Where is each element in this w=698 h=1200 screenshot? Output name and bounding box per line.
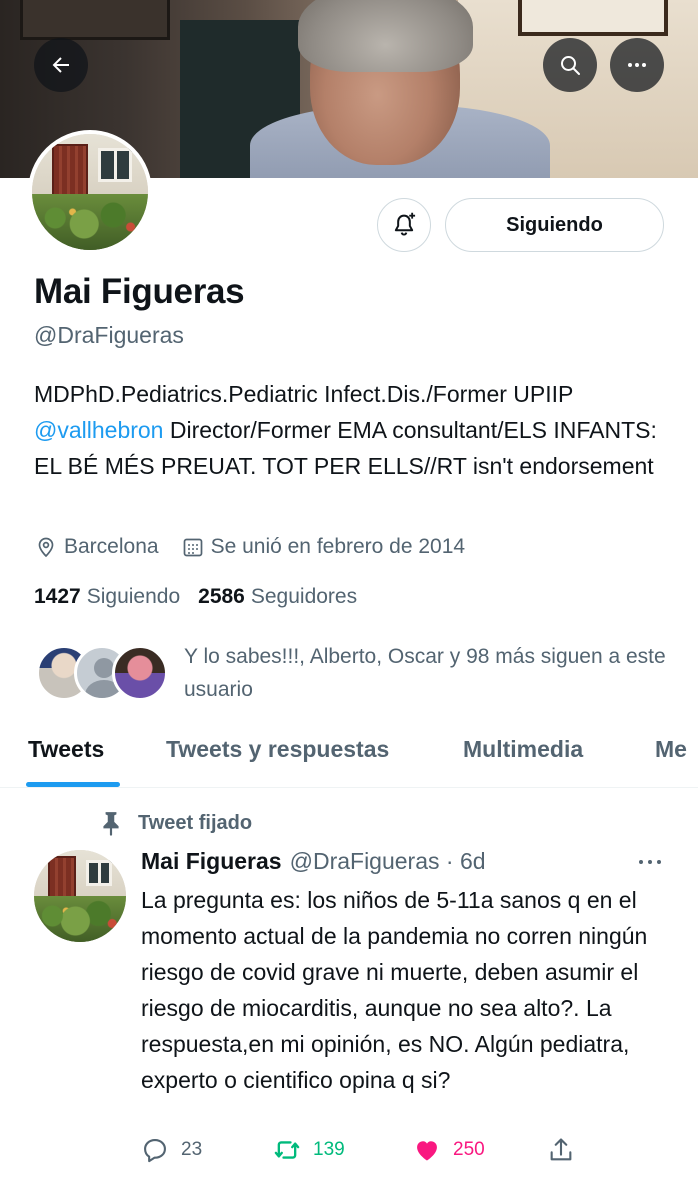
reply-icon (144, 1139, 166, 1163)
location-text: Barcelona (64, 535, 159, 558)
known-followers[interactable]: Y lo sabes!!!, Alberto, Oscar y 98 más s… (36, 640, 676, 710)
avatar-image (32, 134, 148, 250)
followers-label: Seguidores (250, 585, 358, 608)
location-pin-icon (38, 537, 54, 558)
tab-media[interactable]: Multimedia (463, 736, 583, 763)
retweet-count: 139 (313, 1139, 345, 1160)
calendar-icon (183, 538, 202, 557)
profile-name: Mai Figueras (34, 272, 245, 311)
tweet-more-button[interactable] (635, 850, 665, 874)
tweet-author-handle[interactable]: @DraFigueras · 6d (290, 848, 486, 875)
following-label: Siguiendo (86, 585, 181, 608)
notifications-button[interactable] (377, 198, 431, 252)
tab-tweets[interactable]: Tweets (28, 736, 104, 763)
profile-handle: @DraFigueras (34, 322, 184, 348)
profile-avatar[interactable] (28, 130, 152, 254)
profile-tabs: Tweets Tweets y respuestas Multimedia Me (0, 712, 698, 788)
follow-counts: 1427 Siguiendo 2586 Seguidores (34, 585, 375, 609)
tweet-actions: 23 139 250 (141, 1136, 681, 1170)
pinned-text: Tweet fijado (138, 811, 253, 834)
following-count-link[interactable]: 1427 Siguiendo (34, 585, 180, 609)
banner-frame-left (20, 0, 170, 40)
share-icon (550, 1138, 572, 1161)
pinned-label: Tweet fijado (98, 810, 252, 836)
tweet-author-name[interactable]: Mai Figueras (141, 848, 282, 875)
bio-text: MDPhD.Pediatrics.Pediatric Infect.Dis./F… (34, 381, 573, 407)
like-count: 250 (453, 1139, 485, 1160)
pin-icon (103, 812, 119, 836)
avatar-plants (34, 896, 126, 942)
join-date: Se unió en febrero de 2014 (181, 535, 466, 559)
known-followers-text: Y lo sabes!!!, Alberto, Oscar y 98 más s… (184, 645, 666, 701)
default-avatar-head (94, 658, 114, 678)
retweet-button[interactable]: 139 (273, 1136, 345, 1164)
like-button[interactable]: 250 (413, 1136, 485, 1164)
following-button[interactable]: Siguiendo (445, 198, 664, 252)
join-date-text: Se unió en febrero de 2014 (210, 535, 466, 558)
followers-count: 2586 (198, 585, 245, 608)
tweet-header: Mai Figueras @DraFigueras · 6d (141, 848, 486, 875)
banner-frame-right (518, 0, 668, 36)
heart-filled-icon (417, 1141, 437, 1161)
location: Barcelona (34, 535, 159, 559)
more-options-button[interactable] (610, 38, 664, 92)
avatar-plants (32, 194, 148, 250)
search-button[interactable] (543, 38, 597, 92)
more-horizontal-icon (628, 63, 646, 67)
arrow-left-icon (52, 57, 69, 73)
avatar-window (98, 148, 132, 182)
active-tab-indicator (26, 782, 120, 787)
profile-meta: Barcelona Se unió en febrero de 2014 (34, 535, 487, 559)
search-icon (561, 56, 580, 75)
avatar-window (86, 860, 112, 886)
retweet-icon (274, 1141, 300, 1159)
profile-bio: MDPhD.Pediatrics.Pediatric Infect.Dis./F… (34, 376, 674, 484)
reply-button[interactable]: 23 (141, 1136, 202, 1164)
tweet-text: La pregunta es: los niños de 5-11a sanos… (141, 887, 648, 1093)
bio-mention-link[interactable]: @vallhebron (34, 417, 163, 443)
more-horizontal-icon (639, 860, 661, 864)
back-button[interactable] (34, 38, 88, 92)
tweet-author-avatar[interactable] (34, 850, 126, 942)
reply-count: 23 (181, 1139, 203, 1160)
bell-plus-icon (394, 212, 416, 236)
avatar-image (34, 850, 126, 942)
following-count: 1427 (34, 585, 81, 608)
tab-tweets-replies[interactable]: Tweets y respuestas (166, 736, 389, 763)
follower-avatar (112, 645, 168, 701)
tab-likes[interactable]: Me (655, 736, 687, 763)
banner-person-hair (298, 0, 473, 72)
followers-count-link[interactable]: 2586 Seguidores (198, 585, 357, 609)
share-button[interactable] (547, 1136, 587, 1164)
